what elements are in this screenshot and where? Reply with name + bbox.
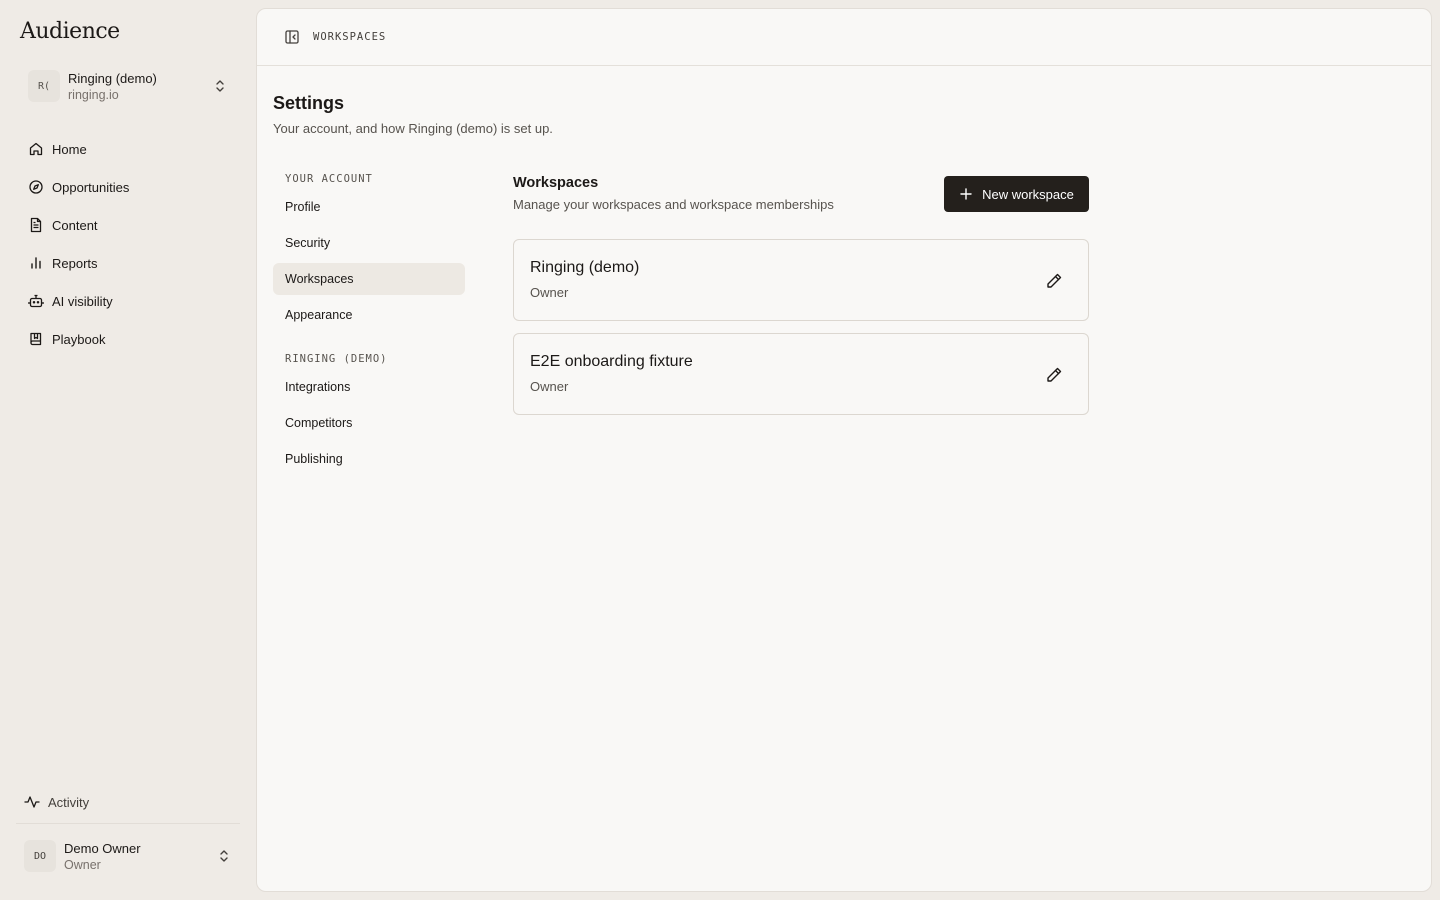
chevron-up-down-icon: [216, 80, 224, 92]
nav-item-ai-visibility[interactable]: AI visibility: [20, 282, 240, 320]
topbar: WORKSPACES: [257, 9, 1431, 66]
robot-icon: [28, 294, 44, 308]
user-menu[interactable]: DO Demo Owner Owner: [16, 832, 240, 880]
book-icon: [30, 332, 42, 346]
settings-item-competitors[interactable]: Competitors: [273, 407, 465, 439]
workspace-card: E2E onboarding fixture Owner: [513, 333, 1089, 415]
workspace-card-name: E2E onboarding fixture: [530, 353, 693, 370]
sidebar: Audience R( Ringing (demo) ringing.io Ho…: [0, 0, 256, 900]
settings-item-workspaces[interactable]: Workspaces: [273, 263, 465, 295]
nav-label: Opportunities: [52, 179, 130, 195]
user-role: Owner: [64, 857, 101, 872]
nav-label: Home: [52, 141, 87, 157]
page-subtitle: Your account, and how Ringing (demo) is …: [273, 121, 553, 136]
workspace-switcher[interactable]: R( Ringing (demo) ringing.io: [20, 62, 240, 110]
workspace-card-role: Owner: [530, 379, 569, 394]
workspace-name: Ringing (demo): [68, 70, 157, 86]
nav-item-activity[interactable]: Activity: [16, 784, 240, 820]
pencil-icon[interactable]: [1044, 271, 1064, 291]
settings-nav: YOUR ACCOUNT Profile Security Workspaces…: [273, 169, 465, 479]
settings-item-integrations[interactable]: Integrations: [273, 371, 465, 403]
nav-item-playbook[interactable]: Playbook: [20, 320, 240, 358]
user-name: Demo Owner: [64, 840, 141, 856]
nav-item-content[interactable]: Content: [20, 206, 240, 244]
avatar: DO: [24, 840, 56, 872]
bar-chart-icon: [31, 257, 41, 269]
app-logo: Audience: [20, 19, 120, 44]
settings-group-account: YOUR ACCOUNT: [285, 173, 373, 185]
nav-label: Content: [52, 217, 98, 233]
workspace-card-name: Ringing (demo): [530, 259, 640, 276]
nav-label: AI visibility: [52, 293, 113, 309]
nav-item-home[interactable]: Home: [20, 130, 240, 168]
workspace-domain: ringing.io: [68, 87, 119, 102]
new-workspace-button[interactable]: New workspace: [944, 176, 1089, 212]
activity-icon: [24, 796, 40, 808]
nav-item-reports[interactable]: Reports: [20, 244, 240, 282]
sidebar-divider: [16, 823, 240, 824]
nav-label: Reports: [52, 255, 98, 271]
settings-item-security[interactable]: Security: [273, 227, 465, 259]
nav-item-opportunities[interactable]: Opportunities: [20, 168, 240, 206]
main-panel: WORKSPACES Settings Your account, and ho…: [256, 8, 1432, 892]
settings-item-profile[interactable]: Profile: [273, 191, 465, 223]
activity-label: Activity: [48, 794, 90, 810]
new-workspace-label: New workspace: [982, 186, 1074, 202]
settings-item-appearance[interactable]: Appearance: [273, 299, 465, 331]
document-icon: [30, 217, 42, 233]
breadcrumb: WORKSPACES: [313, 31, 387, 43]
main-nav: Home Opportunities Content Reports AI vi…: [20, 130, 240, 358]
workspace-card-role: Owner: [530, 285, 569, 300]
workspace-avatar: R(: [28, 70, 60, 102]
pencil-icon[interactable]: [1044, 365, 1064, 385]
settings-item-publishing[interactable]: Publishing: [273, 443, 465, 475]
workspace-card: Ringing (demo) Owner: [513, 239, 1089, 321]
page-title: Settings: [273, 93, 345, 113]
sidebar-toggle-icon[interactable]: [284, 29, 300, 45]
nav-label: Playbook: [52, 331, 106, 347]
home-icon: [29, 142, 43, 156]
chevron-up-down-icon: [220, 850, 228, 862]
plus-icon: [960, 188, 972, 200]
compass-icon: [29, 180, 43, 194]
settings-group-workspace: RINGING (DEMO): [285, 353, 388, 365]
workspaces-panel: Workspaces Manage your workspaces and wo…: [513, 175, 1089, 415]
